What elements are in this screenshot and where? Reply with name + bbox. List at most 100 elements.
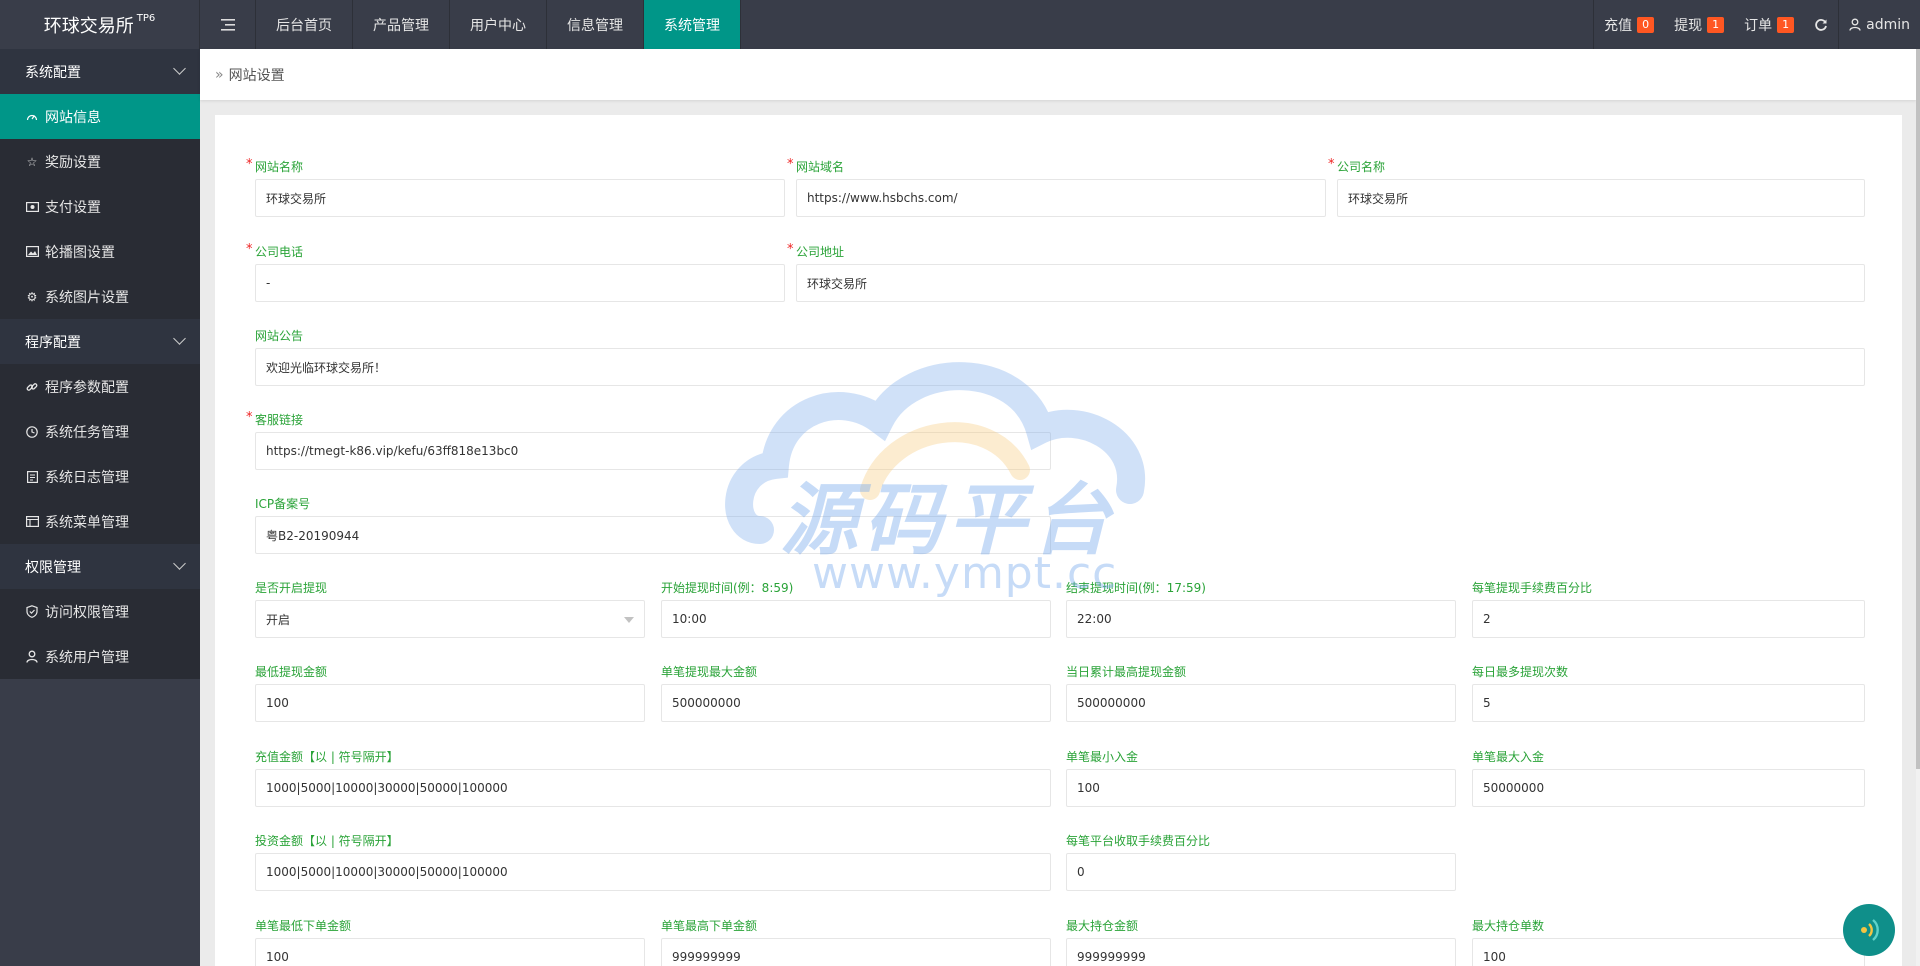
company-name-input[interactable]: 环球交易所 [1337, 179, 1865, 217]
topnav-home[interactable]: 后台首页 [256, 0, 353, 49]
withdraw-daily-max-input[interactable]: 500000000 [1066, 684, 1456, 722]
refresh-button[interactable] [1804, 0, 1838, 49]
service-link-label: * 客服链接 [246, 410, 304, 428]
sidebar-item-label: 奖励设置 [45, 154, 101, 171]
deposit-min-input[interactable]: 100 [1066, 769, 1456, 807]
company-phone-label: * 公司电话 [246, 242, 304, 260]
withdraw-min-label: 最低提现金额 [255, 665, 328, 679]
site-name-field: * 网站名称 环球交易所 [246, 158, 785, 217]
hold-max-count-input[interactable]: 100 [1472, 938, 1865, 966]
order-max-input[interactable]: 999999999 [661, 938, 1051, 966]
sidebar: 系统配置 网站信息 ☆ 奖励设置 支付设置 轮播图设置 ⚙ 系统图片设置 程序配… [0, 49, 200, 966]
scrollbar-thumb[interactable] [1916, 49, 1920, 769]
site-notice-field: 网站公告 欢迎光临环球交易所！ [255, 329, 1865, 386]
sidebar-item-program-params[interactable]: 程序参数配置 [0, 364, 200, 409]
sidebar-item-site-info[interactable]: 网站信息 [0, 94, 200, 139]
sidebar-item-system-users[interactable]: 系统用户管理 [0, 634, 200, 679]
recharge-amounts-field: 充值金额【以 | 符号隔开】 1000|5000|10000|30000|500… [255, 750, 1051, 807]
withdraw-link[interactable]: 提现 1 [1664, 0, 1734, 49]
sidebar-item-menu-management[interactable]: 系统菜单管理 [0, 499, 200, 544]
withdraw-min-field: 最低提现金额 100 [255, 665, 645, 722]
withdraw-enabled-select[interactable]: 开启 [255, 600, 645, 638]
company-address-input[interactable]: 环球交易所 [796, 264, 1865, 302]
sidebar-item-access-permissions[interactable]: 访问权限管理 [0, 589, 200, 634]
withdraw-enabled-field: 是否开启提现 开启 [255, 581, 645, 638]
withdraw-fee-input[interactable]: 2 [1472, 600, 1865, 638]
hold-max-count-field: 最大持仓单数 100 [1472, 919, 1865, 966]
withdraw-min-input[interactable]: 100 [255, 684, 645, 722]
sidebar-group-program-config[interactable]: 程序配置 [0, 319, 200, 364]
order-min-input[interactable]: 100 [255, 938, 645, 966]
sidebar-item-label: 系统菜单管理 [45, 514, 129, 531]
deposit-min-label: 单笔最小入金 [1066, 750, 1139, 764]
breadcrumb: » 网站设置 [200, 49, 1916, 100]
sidebar-item-carousel-settings[interactable]: 轮播图设置 [0, 229, 200, 274]
user-menu[interactable]: admin [1838, 0, 1920, 49]
hold-max-amount-label: 最大持仓金额 [1066, 919, 1139, 933]
sidebar-item-reward-settings[interactable]: ☆ 奖励设置 [0, 139, 200, 184]
withdraw-daily-times-label: 每日最多提现次数 [1472, 665, 1569, 679]
recharge-amounts-label: 充值金额【以 | 符号隔开】 [255, 750, 399, 764]
gauge-icon [25, 110, 39, 124]
platform-fee-input[interactable]: 0 [1066, 853, 1456, 891]
sidebar-item-system-images[interactable]: ⚙ 系统图片设置 [0, 274, 200, 319]
sidebar-group-permissions[interactable]: 权限管理 [0, 544, 200, 589]
menu-toggle-button[interactable] [200, 0, 256, 49]
username: admin [1866, 16, 1910, 33]
company-address-field: * 公司地址 环球交易所 [787, 243, 1865, 302]
invest-amounts-input[interactable]: 1000|5000|10000|30000|50000|100000 [255, 853, 1051, 891]
image-icon [25, 245, 39, 259]
icp-input[interactable]: 粤B2-20190944 [255, 516, 1051, 554]
chevron-down-icon [173, 62, 186, 75]
recharge-link[interactable]: 充值 0 [1593, 0, 1664, 49]
settings-form-card: * 网站名称 环球交易所 * 网站域名 https://www.hsbchs.com… [215, 115, 1902, 966]
topnav-users[interactable]: 用户中心 [450, 0, 547, 49]
top-header: 环球交易所 TP6 后台首页 产品管理 用户中心 信息管理 系统管理 充值 0 … [0, 0, 1920, 49]
hamburger-icon [220, 18, 235, 31]
order-max-field: 单笔最高下单金额 999999999 [661, 919, 1051, 966]
hold-max-amount-input[interactable]: 999999999 [1066, 938, 1456, 966]
sidebar-item-label: 系统用户管理 [45, 649, 129, 666]
refresh-icon [1815, 18, 1828, 31]
site-notice-input[interactable]: 欢迎光临环球交易所！ [255, 348, 1865, 386]
sidebar-item-task-management[interactable]: 系统任务管理 [0, 409, 200, 454]
star-icon: ☆ [26, 154, 38, 169]
withdraw-end-field: 结束提现时间(例：17:59) 22:00 [1066, 581, 1456, 638]
withdraw-start-field: 开始提现时间(例：8:59) 10:00 [661, 581, 1051, 638]
orders-label: 订单 [1744, 17, 1773, 34]
withdraw-fee-label: 每笔提现手续费百分比 [1472, 581, 1593, 595]
sidebar-item-payment-settings[interactable]: 支付设置 [0, 184, 200, 229]
sidebar-item-log-management[interactable]: 系统日志管理 [0, 454, 200, 499]
site-domain-input[interactable]: https://www.hsbchs.com/ [796, 179, 1326, 217]
recharge-count-badge: 0 [1637, 16, 1655, 33]
orders-link[interactable]: 订单 1 [1734, 0, 1804, 49]
sidebar-group-system-config[interactable]: 系统配置 [0, 49, 200, 94]
recharge-amounts-input[interactable]: 1000|5000|10000|30000|50000|100000 [255, 769, 1051, 807]
app-logo[interactable]: 环球交易所 TP6 [0, 0, 200, 49]
top-right-actions: 充值 0 提现 1 订单 1 admin [1593, 0, 1920, 49]
withdraw-end-input[interactable]: 22:00 [1066, 600, 1456, 638]
company-phone-input[interactable]: - [255, 264, 785, 302]
top-nav: 后台首页 产品管理 用户中心 信息管理 系统管理 [256, 0, 741, 49]
invest-amounts-label: 投资金额【以 | 符号隔开】 [255, 834, 399, 848]
withdraw-count-badge: 1 [1707, 16, 1725, 33]
withdraw-daily-times-field: 每日最多提现次数 5 [1472, 665, 1865, 722]
deposit-max-input[interactable]: 50000000 [1472, 769, 1865, 807]
platform-fee-label: 每笔平台收取手续费百分比 [1066, 834, 1211, 848]
service-link-input[interactable]: https://tmegt-k86.vip/kefu/63ff818e13bc0 [255, 432, 1051, 470]
topnav-info[interactable]: 信息管理 [547, 0, 644, 49]
withdraw-max-input[interactable]: 500000000 [661, 684, 1051, 722]
log-icon [25, 470, 39, 484]
invest-amounts-field: 投资金额【以 | 符号隔开】 1000|5000|10000|30000|500… [255, 834, 1051, 891]
company-phone-field: * 公司电话 - [246, 242, 785, 302]
page-scrollbar[interactable] [1916, 49, 1920, 966]
site-name-input[interactable]: 环球交易所 [255, 179, 785, 217]
sound-wave-icon [1861, 919, 1879, 941]
icp-field: ICP备案号 粤B2-20190944 [255, 497, 1051, 554]
withdraw-start-input[interactable]: 10:00 [661, 600, 1051, 638]
deposit-min-field: 单笔最小入金 100 [1066, 750, 1456, 807]
topnav-products[interactable]: 产品管理 [353, 0, 450, 49]
topnav-system[interactable]: 系统管理 [644, 0, 741, 49]
floating-service-button[interactable] [1843, 904, 1895, 956]
withdraw-daily-times-input[interactable]: 5 [1472, 684, 1865, 722]
